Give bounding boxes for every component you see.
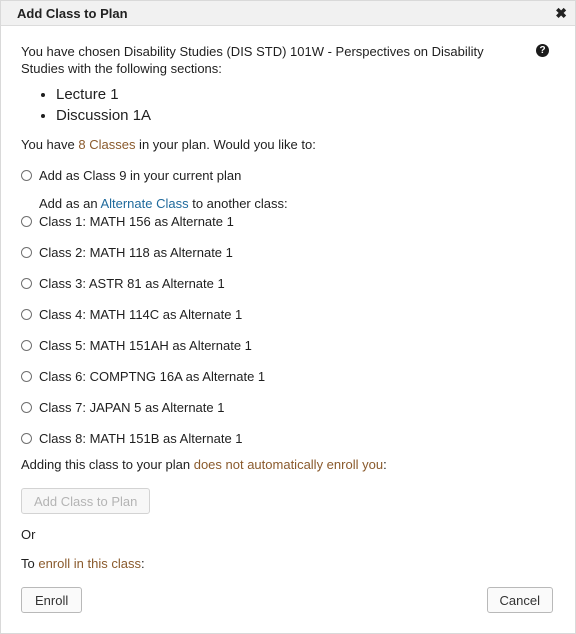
radio-alternate-8[interactable] xyxy=(21,432,32,444)
alternate-option-6[interactable]: Class 6: COMPTNG 16A as Alternate 1 xyxy=(21,367,553,385)
radio-alternate-1[interactable] xyxy=(21,215,32,227)
section-item-lecture: Lecture 1 xyxy=(56,84,553,105)
plan-status-suffix: in your plan. Would you like to: xyxy=(135,137,316,152)
alternate-option-3[interactable]: Class 3: ASTR 81 as Alternate 1 xyxy=(21,274,553,292)
intro-text: You have chosen Disability Studies (DIS … xyxy=(21,44,484,76)
add-to-plan-row: Add Class to Plan xyxy=(21,488,553,514)
alternate-option-label: Class 8: MATH 151B as Alternate 1 xyxy=(39,430,243,446)
alternate-intro-suffix: to another class: xyxy=(188,196,288,211)
alternate-option-1[interactable]: Class 1: MATH 156 as Alternate 1 xyxy=(21,212,553,230)
footer-buttons: Enroll Cancel xyxy=(21,587,553,613)
help-icon[interactable]: ? xyxy=(536,44,549,57)
radio-alternate-4[interactable] xyxy=(21,308,32,320)
enroll-line: To enroll in this class: xyxy=(21,555,553,572)
alternate-intro: Add as an Alternate Class to another cla… xyxy=(21,195,553,212)
add-class-dialog: Add Class to Plan ✖ You have chosen Disa… xyxy=(0,0,576,634)
alternate-class-link[interactable]: Alternate Class xyxy=(100,196,188,211)
dialog-content: You have chosen Disability Studies (DIS … xyxy=(1,26,575,613)
radio-alternate-2[interactable] xyxy=(21,246,32,258)
section-item-discussion: Discussion 1A xyxy=(56,105,553,126)
radio-alternate-7[interactable] xyxy=(21,401,32,413)
enroll-notice-link[interactable]: does not automatically enroll you xyxy=(194,457,383,472)
enroll-notice: Adding this class to your plan does not … xyxy=(21,456,553,473)
alternate-option-2[interactable]: Class 2: MATH 118 as Alternate 1 xyxy=(21,243,553,261)
enroll-button[interactable]: Enroll xyxy=(21,587,83,613)
alternate-option-8[interactable]: Class 8: MATH 151B as Alternate 1 xyxy=(21,429,553,447)
radio-add-as-class[interactable] xyxy=(21,169,32,181)
classes-count-link[interactable]: 8 Classes xyxy=(78,137,135,152)
close-icon[interactable]: ✖ xyxy=(555,6,567,20)
alternate-option-label: Class 2: MATH 118 as Alternate 1 xyxy=(39,244,233,260)
radio-alternate-5[interactable] xyxy=(21,339,32,351)
intro-row: You have chosen Disability Studies (DIS … xyxy=(21,43,553,77)
add-class-to-plan-button[interactable]: Add Class to Plan xyxy=(21,488,151,514)
plan-status-prefix: You have xyxy=(21,137,79,152)
radio-alternate-3[interactable] xyxy=(21,277,32,289)
alternate-option-4[interactable]: Class 4: MATH 114C as Alternate 1 xyxy=(21,305,553,323)
enroll-line-prefix: To xyxy=(21,556,39,571)
alternate-option-label: Class 6: COMPTNG 16A as Alternate 1 xyxy=(39,368,266,384)
dialog-title: Add Class to Plan xyxy=(17,5,128,21)
add-as-class-label: Add as Class 9 in your current plan xyxy=(39,167,242,183)
alternate-option-7[interactable]: Class 7: JAPAN 5 as Alternate 1 xyxy=(21,398,553,416)
dialog-titlebar: Add Class to Plan ✖ xyxy=(1,1,575,26)
enroll-notice-suffix: : xyxy=(383,457,387,472)
alternate-option-label: Class 4: MATH 114C as Alternate 1 xyxy=(39,306,243,322)
enroll-line-suffix: : xyxy=(140,556,145,571)
alternate-option-label: Class 3: ASTR 81 as Alternate 1 xyxy=(39,275,225,291)
alternate-options-list: Class 1: MATH 156 as Alternate 1 Class 2… xyxy=(21,212,553,447)
alternate-option-label: Class 5: MATH 151AH as Alternate 1 xyxy=(39,337,252,353)
plan-status: You have 8 Classes in your plan. Would y… xyxy=(21,136,553,153)
section-list: Lecture 1 Discussion 1A xyxy=(21,84,553,126)
alternate-intro-prefix: Add as an xyxy=(39,196,101,211)
cancel-button[interactable]: Cancel xyxy=(486,587,553,613)
enroll-in-class-link[interactable]: enroll in this class xyxy=(38,556,141,571)
alternate-option-label: Class 7: JAPAN 5 as Alternate 1 xyxy=(39,399,225,415)
or-text: Or xyxy=(21,527,36,542)
alternate-option-5[interactable]: Class 5: MATH 151AH as Alternate 1 xyxy=(21,336,553,354)
enroll-notice-prefix: Adding this class to your plan xyxy=(21,457,194,472)
radio-alternate-6[interactable] xyxy=(21,370,32,382)
alternate-option-label: Class 1: MATH 156 as Alternate 1 xyxy=(39,213,234,229)
add-as-class-option[interactable]: Add as Class 9 in your current plan xyxy=(21,166,553,184)
